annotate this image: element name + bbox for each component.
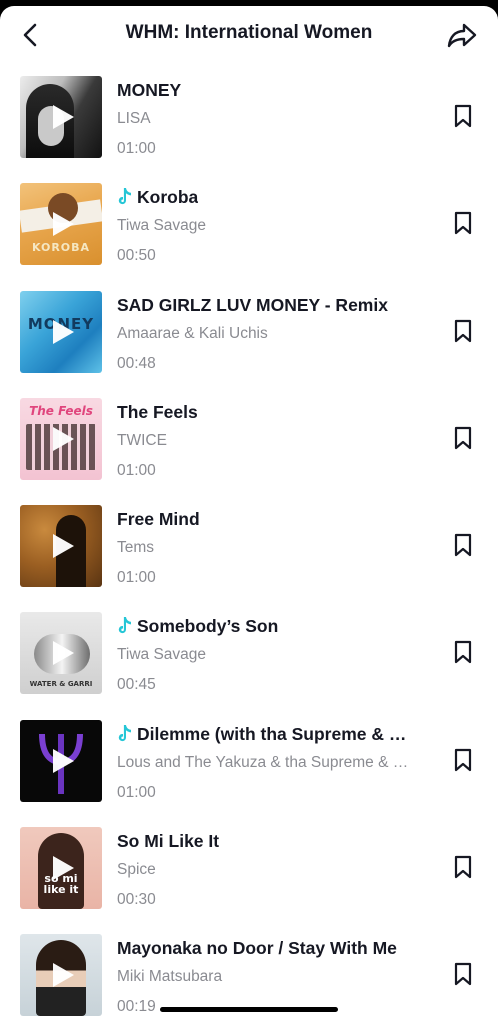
- song-row[interactable]: Free Mind Tems 01:00: [0, 505, 498, 612]
- song-title-text: MONEY: [117, 80, 182, 100]
- song-info: Free Mind Tems 01:00: [117, 507, 417, 588]
- tiktok-note-icon: [118, 617, 131, 634]
- cover-title: KOROBA: [31, 241, 91, 255]
- song-info: Koroba Tiwa Savage 00:50: [117, 185, 417, 266]
- artist-name: Tiwa Savage: [117, 646, 207, 664]
- artist-name: Tiwa Savage: [117, 217, 207, 235]
- bookmark-icon[interactable]: [453, 855, 473, 879]
- song-title: MONEY: [117, 78, 417, 102]
- bookmark-icon[interactable]: [453, 104, 473, 128]
- song-title-text: So Mi Like It: [117, 831, 220, 852]
- song-title-text: Koroba: [137, 187, 199, 208]
- song-info: SAD GIRLZ LUV MONEY - Remix Amaarae & Ka…: [117, 293, 417, 374]
- song-title-text: Somebody’s Son: [137, 616, 279, 637]
- artist-name: Amaarae & Kali Uchis: [117, 324, 268, 342]
- tiktok-note-icon: [118, 188, 131, 205]
- song-info: Somebody’s Son Tiwa Savage 00:45: [117, 614, 417, 695]
- album-cover[interactable]: MONEY: [20, 290, 102, 373]
- song-title: Koroba: [117, 185, 417, 209]
- play-icon[interactable]: [53, 856, 74, 881]
- song-title: Somebody’s Son: [117, 614, 417, 638]
- song-info: So Mi Like It Spice 00:30: [117, 829, 417, 910]
- artist-name: Tems: [117, 539, 155, 557]
- bookmark-icon[interactable]: [453, 211, 473, 235]
- play-icon[interactable]: [53, 212, 74, 237]
- song-row[interactable]: KOROBA Koroba Tiwa Savage 00:50: [0, 183, 498, 290]
- bookmark-icon[interactable]: [453, 640, 473, 664]
- song-duration: 01:00: [117, 140, 156, 157]
- song-row[interactable]: so mi like it So Mi Like It Spice 00:30: [0, 827, 498, 934]
- artist-name: Miki Matsubara: [117, 968, 223, 986]
- bookmark-icon[interactable]: [453, 319, 473, 343]
- album-cover[interactable]: so mi like it: [20, 827, 102, 910]
- home-indicator[interactable]: [160, 1007, 338, 1012]
- bookmark-icon[interactable]: [453, 533, 473, 557]
- playlist-screen: WHM: International Women MONEY LISA 01:0…: [0, 6, 498, 1024]
- bookmark-icon[interactable]: [453, 962, 473, 986]
- album-cover[interactable]: [20, 505, 102, 588]
- song-title: SAD GIRLZ LUV MONEY - Remix: [117, 293, 417, 317]
- play-icon[interactable]: [53, 748, 74, 773]
- song-duration: 01:00: [117, 461, 156, 479]
- bookmark-icon[interactable]: [453, 748, 473, 772]
- play-icon[interactable]: [53, 426, 74, 451]
- song-duration: 01:00: [117, 569, 156, 587]
- album-cover[interactable]: [20, 76, 102, 158]
- song-info: The Feels TWICE 01:00: [117, 400, 417, 481]
- album-cover[interactable]: [20, 934, 102, 1017]
- song-info: Dilemme (with tha Supreme & Mara Sattei)…: [117, 722, 417, 803]
- song-title: Free Mind: [117, 507, 417, 531]
- song-row[interactable]: MONEY SAD GIRLZ LUV MONEY - Remix Amaara…: [0, 290, 498, 398]
- tiktok-note-icon: [118, 724, 131, 741]
- song-duration: 00:45: [117, 676, 156, 694]
- page-title: WHM: International Women: [125, 22, 373, 43]
- song-duration: 00:50: [117, 247, 156, 265]
- song-title: Dilemme (with tha Supreme & Mara Sattei): [117, 722, 417, 746]
- artist-name: Lous and The Yakuza & tha Supreme & Mara…: [117, 753, 417, 771]
- album-cover[interactable]: KOROBA: [20, 183, 102, 266]
- play-icon[interactable]: [53, 319, 74, 344]
- artist-name: TWICE: [117, 431, 167, 449]
- song-title: The Feels: [117, 400, 417, 424]
- play-icon[interactable]: [53, 963, 74, 988]
- artist-name: LISA: [117, 110, 151, 127]
- play-icon[interactable]: [53, 534, 74, 559]
- song-title-text: Mayonaka no Door / Stay With Me: [117, 938, 397, 959]
- artist-name: Spice: [117, 861, 156, 879]
- play-icon[interactable]: [53, 105, 74, 129]
- song-info: MONEY LISA 01:00: [117, 78, 417, 159]
- song-duration: 00:48: [117, 354, 156, 372]
- album-cover[interactable]: WATER & GARRI: [20, 612, 102, 695]
- album-cover[interactable]: The Feels: [20, 397, 102, 480]
- chevron-left-icon[interactable]: [16, 20, 46, 50]
- song-title-text: Dilemme (with tha Supreme & Mara Sattei): [137, 723, 417, 744]
- cover-title: The Feels: [29, 403, 93, 418]
- album-cover[interactable]: [20, 719, 102, 802]
- song-row[interactable]: MONEY LISA 01:00: [0, 76, 498, 183]
- song-info: Mayonaka no Door / Stay With Me Miki Mat…: [117, 936, 417, 1017]
- share-arrow-icon[interactable]: [446, 19, 478, 51]
- song-row[interactable]: The Feels The Feels TWICE 01:00: [0, 397, 498, 505]
- cover-title: WATER & GARRI: [29, 680, 93, 689]
- song-row[interactable]: Dilemme (with tha Supreme & Mara Sattei)…: [0, 719, 498, 827]
- song-title-text: The Feels: [117, 401, 198, 422]
- song-title: Mayonaka no Door / Stay With Me: [117, 936, 417, 960]
- bookmark-icon[interactable]: [453, 426, 473, 450]
- song-title: So Mi Like It: [117, 829, 417, 853]
- header: WHM: International Women: [0, 6, 498, 64]
- song-title-text: SAD GIRLZ LUV MONEY - Remix: [117, 294, 388, 315]
- play-icon[interactable]: [53, 641, 74, 666]
- song-list: MONEY LISA 01:00 KOROBA Koroba Tiwa Sava…: [0, 76, 498, 1024]
- song-title-text: Free Mind: [117, 509, 200, 530]
- song-row[interactable]: WATER & GARRI Somebody’s Son Tiwa Savage…: [0, 612, 498, 719]
- song-duration: 00:30: [117, 891, 156, 909]
- song-duration: 01:00: [117, 783, 156, 801]
